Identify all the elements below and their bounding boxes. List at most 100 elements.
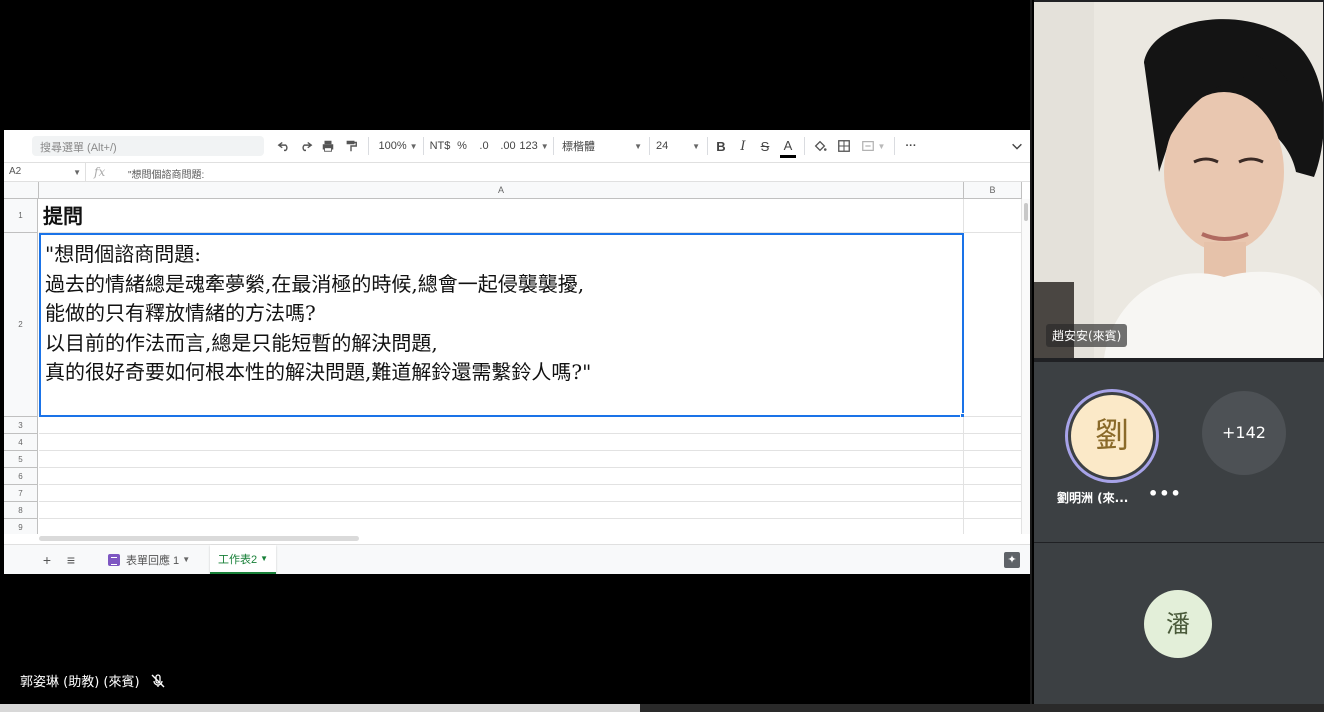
row-header[interactable]: 7 [4, 485, 38, 502]
row-header[interactable]: 5 [4, 451, 38, 468]
tab-sheet2[interactable]: 工作表2 ▼ [210, 545, 277, 574]
bold-button[interactable]: B [714, 136, 728, 156]
name-box[interactable]: A2 ▼ [4, 163, 86, 182]
horizontal-scrollbar[interactable] [39, 536, 359, 541]
column-header-a[interactable]: A [39, 182, 964, 199]
undo-icon[interactable] [276, 136, 292, 156]
fx-icon: fx [94, 165, 106, 179]
zoom-value: 100% [378, 140, 407, 152]
more-options-icon[interactable]: ··· [902, 136, 920, 156]
participant-tile[interactable]: 潘 [1034, 543, 1324, 707]
formula-input[interactable]: "想問個諮商問題: [128, 166, 204, 181]
taskbar-edge [0, 704, 1324, 712]
cell-b1[interactable] [964, 199, 1022, 233]
chevron-down-icon: ▼ [260, 554, 269, 563]
chevron-down-icon: ▼ [409, 141, 418, 151]
cell[interactable] [964, 502, 1022, 519]
toolbar: 搜尋選單 (Alt+/) 100% ▼ NT$ % .0 .00 123 ▼ 標… [4, 130, 1030, 162]
avatar: 劉 [1071, 395, 1153, 477]
font-size-select[interactable]: 24 ▼ [656, 136, 700, 156]
chevron-down-icon: ▼ [634, 141, 642, 151]
cell[interactable] [39, 434, 964, 451]
cell[interactable] [964, 519, 1022, 534]
merge-cells-icon[interactable]: ▼ [860, 136, 886, 156]
menu-search-input[interactable]: 搜尋選單 (Alt+/) [32, 136, 264, 156]
column-header-b[interactable]: B [964, 182, 1022, 199]
mic-off-icon [151, 673, 165, 687]
avatar: 潘 [1144, 590, 1212, 658]
cell-b2[interactable] [964, 233, 1022, 417]
spreadsheet: 搜尋選單 (Alt+/) 100% ▼ NT$ % .0 .00 123 ▼ 標… [4, 130, 1030, 574]
decrease-decimal-button[interactable]: .0 [476, 136, 492, 156]
zoom-select[interactable]: 100% ▼ [376, 136, 420, 156]
presenter-label: 郭姿琳 (助教) (來賓) [20, 671, 166, 690]
taskbar-segment [640, 704, 1324, 712]
more-participants-button[interactable]: +142 [1202, 391, 1286, 475]
font-family-value: 標楷體 [562, 141, 595, 153]
print-icon[interactable] [320, 136, 336, 156]
cell[interactable] [39, 417, 964, 434]
row-header[interactable]: 3 [4, 417, 38, 434]
row-header[interactable]: 6 [4, 468, 38, 485]
chevron-down-icon: ▼ [182, 555, 191, 564]
meeting-window: 搜尋選單 (Alt+/) 100% ▼ NT$ % .0 .00 123 ▼ 標… [0, 0, 1324, 712]
cell[interactable] [39, 468, 964, 485]
participant-video[interactable]: 趙安安(來賓) [1034, 2, 1323, 358]
row-header[interactable]: 1 [4, 199, 38, 233]
more-formats-label: 123 [519, 140, 538, 152]
sheet-tab-bar: + ≡ 表單回應 1 ▼ 工作表2 ▼ ✦ [4, 544, 1030, 574]
increase-decimal-button[interactable]: .00 [498, 136, 518, 156]
borders-icon[interactable] [836, 136, 852, 156]
vertical-scrollbar[interactable] [1022, 199, 1030, 534]
font-family-select[interactable]: 標楷體 ▼ [562, 136, 642, 156]
strikethrough-button[interactable]: S [758, 136, 772, 156]
row-header[interactable]: 2 [4, 233, 38, 417]
cell-a1[interactable]: 提問 [39, 199, 964, 233]
cell[interactable] [964, 451, 1022, 468]
tab-label: 工作表2 [218, 553, 258, 566]
more-options-icon[interactable]: ••• [1148, 484, 1182, 503]
toolbar-divider [423, 137, 424, 155]
tab-form-responses[interactable]: 表單回應 1 ▼ [100, 545, 198, 574]
row-header[interactable]: 4 [4, 434, 38, 451]
cell[interactable] [39, 451, 964, 468]
select-all-corner[interactable] [4, 182, 39, 199]
font-size-value: 24 [656, 140, 669, 152]
form-icon [108, 553, 120, 566]
toolbar-divider [368, 137, 369, 155]
cell[interactable] [964, 485, 1022, 502]
row-header[interactable]: 8 [4, 502, 38, 519]
text-color-button[interactable]: A [780, 136, 796, 158]
formula-bar: A2 ▼ fx "想問個諮商問題: [4, 162, 1030, 182]
more-formats-select[interactable]: 123 ▼ [519, 136, 549, 156]
collapse-chevron-icon[interactable] [1010, 136, 1024, 156]
tab-label: 表單回應 1 [126, 554, 180, 567]
row-header[interactable]: 9 [4, 519, 38, 534]
cell-reference: A2 [9, 166, 22, 177]
paint-format-icon[interactable] [343, 136, 359, 156]
cell-a2-selected[interactable]: "想問個諮商問題: 過去的情緒總是魂牽夢縈,在最消極的時候,總會一起侵襲襲擾, … [39, 233, 964, 417]
scrollbar-thumb[interactable] [1024, 203, 1028, 221]
fill-color-icon[interactable] [812, 136, 828, 156]
cell[interactable] [964, 434, 1022, 451]
chevron-down-icon: ▼ [540, 141, 549, 151]
chevron-down-icon: ▼ [73, 168, 81, 177]
explore-icon[interactable]: ✦ [1004, 552, 1020, 568]
cell[interactable] [964, 468, 1022, 485]
italic-button[interactable]: I [736, 136, 750, 156]
redo-icon[interactable] [298, 136, 314, 156]
cell[interactable] [39, 502, 964, 519]
cell[interactable] [964, 417, 1022, 434]
video-feed-image [1034, 2, 1323, 358]
participant-tile[interactable]: 劉 劉明洲 (來... ••• +142 [1034, 362, 1324, 542]
taskbar-segment [0, 704, 640, 712]
toolbar-divider [553, 137, 554, 155]
cell[interactable] [39, 519, 964, 534]
speaking-indicator: 劉 [1065, 389, 1159, 483]
currency-button[interactable]: NT$ [429, 136, 451, 156]
all-sheets-button[interactable]: ≡ [62, 551, 80, 569]
shared-screen: 搜尋選單 (Alt+/) 100% ▼ NT$ % .0 .00 123 ▼ 標… [0, 0, 1032, 704]
add-sheet-button[interactable]: + [38, 551, 56, 569]
cell[interactable] [39, 485, 964, 502]
percent-button[interactable]: % [456, 136, 468, 156]
